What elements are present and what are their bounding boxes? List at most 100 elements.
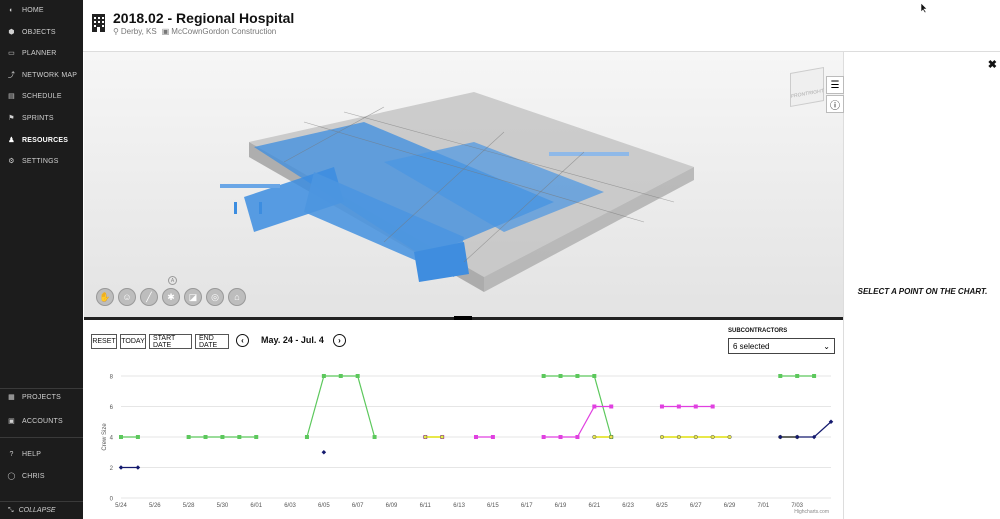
view-cube-front: FRONT <box>791 90 809 100</box>
project-header: 2018.02 - Regional Hospital ⚲ Derby, KS … <box>83 0 1000 52</box>
sidebar-item-settings[interactable]: ⚙ SETTINGS <box>0 151 83 171</box>
sidebar-item-accounts[interactable]: ▣ ACCOUNTS <box>0 411 83 431</box>
pan-icon[interactable]: ✋ <box>96 288 114 306</box>
explode-icon[interactable]: ✱ <box>162 288 180 306</box>
sidebar-item-label: SETTINGS <box>22 157 59 165</box>
series-line <box>543 405 612 438</box>
data-point <box>203 435 208 439</box>
sidebar-item-sprints[interactable]: ⚑ SPRINTS <box>0 108 83 128</box>
data-point <box>338 374 343 378</box>
sidebar-item-label: PLANNER <box>22 49 57 57</box>
sidebar-item-schedule[interactable]: ▤ SCHEDULE <box>0 86 83 106</box>
data-point <box>558 435 563 439</box>
model-viewer[interactable]: FRONT RIGHT ✋ ☺ ╱ ✱ ◪ ◎ ⌂ A <box>84 52 843 317</box>
data-point <box>490 435 495 439</box>
data-point <box>541 374 546 378</box>
sidebar-item-resources[interactable]: ♟ RESOURCES <box>0 130 83 150</box>
view-cube[interactable]: FRONT RIGHT <box>790 67 824 107</box>
data-point <box>118 465 124 470</box>
crew-size-chart[interactable]: 0 2 4 6 8 5/24 5/26 5/28 5/30 6/01 6/03 6/05 6/07 6/0… <box>84 320 843 519</box>
projects-icon: ▦ <box>8 394 15 401</box>
info-icon[interactable]: ⓘ <box>826 95 844 113</box>
objects-icon: ⬢ <box>8 29 15 36</box>
data-point <box>440 434 445 440</box>
sidebar-item-objects[interactable]: ⬢ OBJECTS <box>0 22 83 42</box>
collapse-icon: ⤡ <box>8 506 14 514</box>
sprints-icon: ⚑ <box>8 115 15 122</box>
data-point <box>592 404 597 409</box>
view-cube-right: RIGHT <box>808 88 824 97</box>
sidebar-item-label: CHRIS <box>22 472 45 480</box>
list-icon[interactable]: ☰ <box>826 76 844 94</box>
data-point <box>254 435 259 439</box>
building-icon <box>92 14 105 32</box>
help-icon: ? <box>9 450 14 458</box>
resource-chart-panel: RESET TODAY START DATE END DATE ‹ May. 2… <box>84 320 843 519</box>
x-tick-label: 5/30 <box>217 503 229 509</box>
data-point <box>355 374 360 378</box>
sidebar-item-projects[interactable]: ▦ PROJECTS <box>0 387 83 407</box>
planner-icon: ▭ <box>8 50 15 57</box>
network-map-icon: ⤴ <box>7 72 16 79</box>
mouse-cursor-icon <box>920 2 928 14</box>
sidebar-item-label: RESOURCES <box>22 136 69 144</box>
project-location: Derby, KS <box>120 27 157 36</box>
collapse-button[interactable]: ⤡ COLLAPSE <box>0 501 83 519</box>
building-model[interactable] <box>84 52 843 317</box>
close-icon[interactable]: ✖ <box>988 58 997 71</box>
data-point <box>135 435 140 439</box>
x-tick-label: 7/01 <box>758 503 770 509</box>
section-icon[interactable]: ◪ <box>184 288 202 306</box>
sidebar-item-home[interactable]: ◐ HOME <box>0 0 83 20</box>
data-point <box>135 465 141 470</box>
x-tick-label: 6/03 <box>284 503 296 509</box>
user-icon: ◯ <box>7 473 16 480</box>
data-point <box>693 404 698 409</box>
sidebar-item-label: NETWORK MAP <box>22 71 78 79</box>
hide-icon[interactable]: ◎ <box>206 288 224 306</box>
data-point <box>237 435 242 439</box>
home-icon: ◐ <box>9 6 14 14</box>
schedule-icon: ▤ <box>8 93 15 100</box>
data-point <box>659 404 664 409</box>
data-point <box>812 374 817 378</box>
sidebar-item-planner[interactable]: ▭ PLANNER <box>0 43 83 63</box>
measure-icon[interactable]: ╱ <box>140 288 158 306</box>
sidebar-item-help[interactable]: ? HELP <box>0 444 83 464</box>
data-point <box>119 435 123 439</box>
sidebar-item-label: HELP <box>22 450 42 458</box>
x-tick-label: 6/15 <box>487 503 499 509</box>
project-company: McCownGordon Construction <box>171 27 277 36</box>
data-point <box>592 374 597 378</box>
sidebar-divider <box>0 437 83 438</box>
project-title: 2018.02 - Regional Hospital <box>113 10 295 26</box>
accounts-icon: ▣ <box>8 418 15 425</box>
data-point <box>710 434 715 440</box>
walk-icon[interactable]: ☺ <box>118 288 136 306</box>
gear-icon: ⚙ <box>8 158 15 165</box>
data-point <box>727 434 732 440</box>
sidebar-item-network-map[interactable]: ⤴ NETWORK MAP <box>0 65 83 85</box>
sidebar-item-label: SPRINTS <box>22 114 54 122</box>
sidebar-item-label: ACCOUNTS <box>22 417 63 425</box>
data-point <box>794 434 800 440</box>
data-point <box>676 404 681 409</box>
sidebar-item-chris[interactable]: ◯ CHRIS <box>0 466 83 486</box>
data-point <box>575 435 580 439</box>
data-point <box>592 434 597 440</box>
data-point <box>795 374 800 378</box>
toolbar-expand-icon[interactable]: A <box>168 276 177 285</box>
data-point <box>693 434 698 440</box>
x-tick-label: 6/07 <box>352 503 364 509</box>
y-axis-label: Crew Size <box>102 423 108 451</box>
x-tick-label: 6/23 <box>622 503 634 509</box>
x-tick-label: 6/11 <box>420 503 432 509</box>
x-tick-label: 5/24 <box>115 503 127 509</box>
chart-credit: Highcharts.com <box>794 509 829 515</box>
sidebar-item-label: OBJECTS <box>22 28 56 36</box>
data-point <box>778 374 783 378</box>
empty-state-message: SELECT A POINT ON THE CHART. <box>857 287 988 296</box>
home-view-icon[interactable]: ⌂ <box>228 288 246 306</box>
sidebar-item-label: HOME <box>22 6 44 14</box>
data-point <box>220 435 225 439</box>
